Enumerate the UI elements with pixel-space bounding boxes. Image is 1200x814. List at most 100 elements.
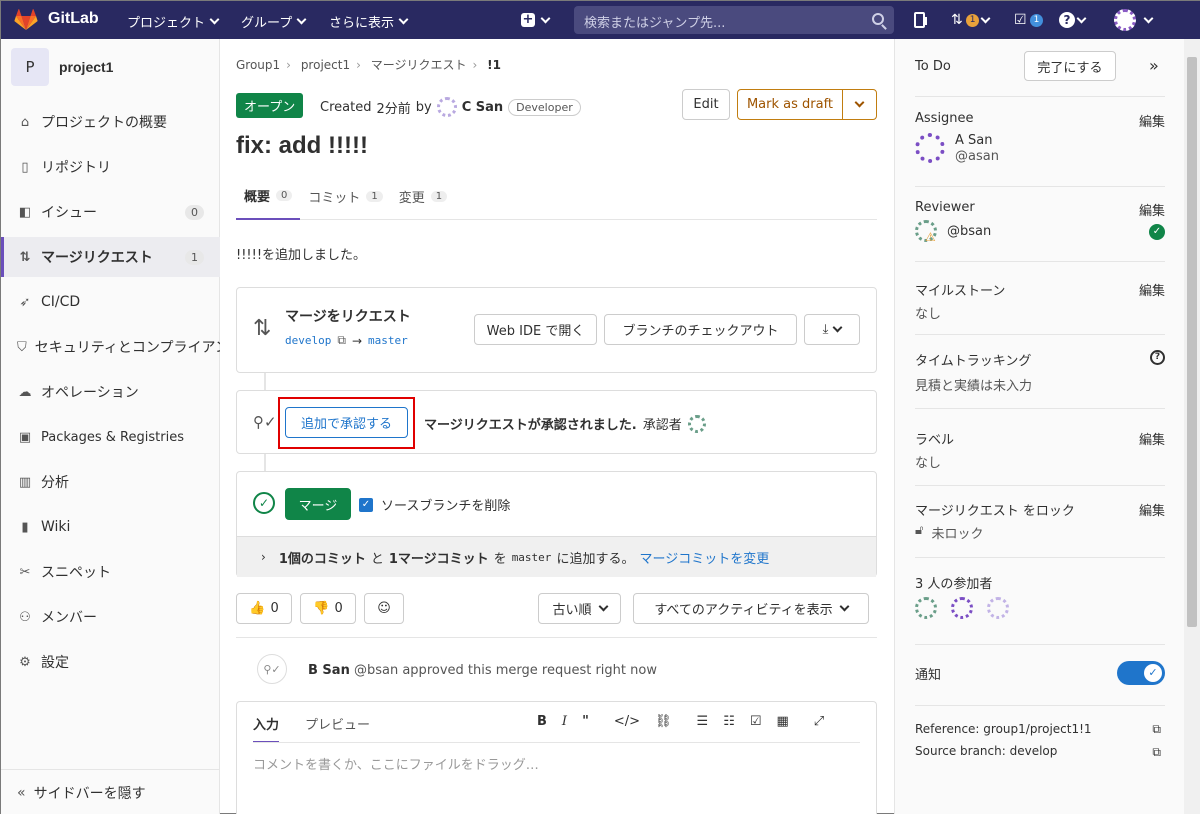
sidebar-item-settings[interactable]: ⚙ 設定: [1, 642, 220, 682]
assignee-edit-link[interactable]: 編集: [1139, 111, 1165, 130]
sidebar-item-members[interactable]: ⚇ メンバー: [1, 597, 220, 637]
assignee-info[interactable]: A San @asan: [955, 133, 999, 165]
delete-branch-checkbox[interactable]: ✓: [359, 497, 373, 512]
avatar[interactable]: [951, 597, 973, 619]
sidebar-item-label: イシュー: [41, 205, 97, 221]
notification-toggle[interactable]: ✓: [1117, 661, 1165, 685]
assignee-avatar[interactable]: [915, 133, 945, 163]
copy-icon[interactable]: ⧉: [337, 333, 346, 348]
breadcrumb-mr[interactable]: !1: [487, 58, 501, 72]
activity-handle[interactable]: @bsan: [354, 663, 398, 678]
sidebar-item-label: セキュリティとコンプライアンス: [34, 340, 220, 356]
breadcrumb-project[interactable]: project1: [301, 58, 350, 72]
modify-merge-commit-link[interactable]: マージコミットを変更: [639, 548, 769, 567]
checkout-branch-button[interactable]: ブランチのチェックアウト: [604, 314, 797, 345]
sidebar-item-packages[interactable]: ▣ Packages & Registries: [1, 417, 220, 457]
labels-edit-link[interactable]: 編集: [1139, 429, 1165, 448]
delete-branch-option[interactable]: ✓ ソースブランチを削除: [359, 495, 510, 514]
tab-commits[interactable]: コミット 1: [300, 172, 390, 220]
sidebar-item-operations[interactable]: ☁ オペレーション: [1, 372, 220, 412]
tab-overview[interactable]: 概要 0: [236, 172, 301, 220]
sidebar-item-overview[interactable]: ⌂ プロジェクトの概要: [1, 102, 220, 142]
thumbs-down-button[interactable]: 👎 0: [300, 593, 356, 624]
numbered-list-icon[interactable]: ☷: [723, 714, 735, 729]
scrollbar[interactable]: [1184, 39, 1200, 814]
nav-groups[interactable]: グループ: [241, 12, 307, 31]
code-icon[interactable]: </>: [614, 714, 640, 729]
comment-textarea[interactable]: コメントを書くか、ここにファイルをドラッグ…: [253, 754, 539, 773]
search-input[interactable]: 検索またはジャンプ先...: [574, 6, 894, 34]
avatar[interactable]: [915, 597, 937, 619]
brand-name[interactable]: GitLab: [48, 10, 99, 28]
link-icon[interactable]: ⛓: [655, 714, 672, 729]
todos-nav-button[interactable]: ☑ 1: [1014, 10, 1044, 30]
copy-icon[interactable]: ⧉: [1152, 745, 1161, 760]
project-header[interactable]: Pproject1: [11, 48, 113, 86]
task-list-icon[interactable]: ☑: [750, 714, 762, 729]
sidebar-item-issues[interactable]: ◧ イシュー 0: [1, 192, 220, 232]
cloud-icon: ☁: [18, 384, 32, 400]
collapse-sidebar-icon[interactable]: »: [1149, 56, 1159, 75]
merge-requests-nav-button[interactable]: ⇅ 1: [951, 10, 991, 30]
sidebar-item-snippets[interactable]: ✂ スニペット: [1, 552, 220, 592]
activity-filter-dropdown[interactable]: すべてのアクティビティを表示: [633, 593, 869, 624]
sidebar-item-cicd[interactable]: ➶ CI/CD: [1, 282, 220, 322]
lock-edit-link[interactable]: 編集: [1139, 500, 1165, 519]
avatar[interactable]: [987, 597, 1009, 619]
chevron-down-icon: [1143, 13, 1154, 23]
sidebar-item-analytics[interactable]: ▥ 分析: [1, 462, 220, 502]
commits-summary[interactable]: › 1個のコミット と 1マージコミット を master に追加する。 マージ…: [237, 536, 876, 577]
breadcrumb-group[interactable]: Group1: [236, 58, 280, 72]
target-branch-link[interactable]: master: [368, 334, 408, 347]
draft-dropdown-button[interactable]: [842, 89, 877, 120]
mark-as-draft-button[interactable]: Mark as draft: [737, 89, 843, 120]
open-web-ide-button[interactable]: Web IDE で開く: [474, 314, 597, 345]
sidebar-item-repository[interactable]: ▯ リポジトリ: [1, 147, 220, 187]
edit-button[interactable]: Edit: [682, 89, 730, 120]
status-badge: オープン: [236, 93, 304, 118]
table-icon[interactable]: ▦: [777, 714, 789, 729]
tab-count: 1: [430, 190, 448, 202]
breadcrumb-merge-requests[interactable]: マージリクエスト: [371, 58, 467, 72]
nav-projects[interactable]: プロジェクト: [127, 12, 220, 31]
tab-changes[interactable]: 変更 1: [391, 172, 455, 220]
activity-user[interactable]: B San: [308, 663, 350, 678]
milestone-block: マイルストーン 編集 なし: [915, 280, 1165, 322]
issues-nav-button[interactable]: [914, 10, 928, 30]
add-reaction-button[interactable]: ☺: [364, 593, 404, 624]
gitlab-logo-icon[interactable]: [14, 9, 38, 31]
sidebar-item-merge-requests[interactable]: ⇅ マージリクエスト 1: [1, 237, 220, 277]
author-name[interactable]: C San: [462, 100, 503, 115]
user-menu-button[interactable]: [1114, 9, 1154, 31]
target-branch: master: [511, 550, 552, 564]
sidebar-item-security[interactable]: ⛉ セキュリティとコンプライアンス: [1, 327, 220, 367]
merge-request-icon: ⇅: [253, 316, 272, 341]
thumbs-up-button[interactable]: 👍 0: [236, 593, 292, 624]
quote-icon[interactable]: ": [582, 714, 589, 729]
tab-write[interactable]: 入力: [253, 714, 280, 743]
nav-more[interactable]: さらに表示: [329, 12, 409, 31]
mark-done-button[interactable]: 完了にする: [1024, 51, 1116, 81]
author-avatar[interactable]: [436, 97, 457, 117]
bold-icon[interactable]: B: [537, 714, 547, 729]
milestone-edit-link[interactable]: 編集: [1139, 280, 1165, 299]
help-icon[interactable]: ?: [1150, 350, 1165, 365]
download-dropdown-button[interactable]: ⤓: [804, 314, 860, 345]
scrollbar-thumb[interactable]: [1187, 57, 1197, 627]
help-button[interactable]: ?: [1059, 10, 1087, 30]
source-branch-link[interactable]: develop: [285, 334, 331, 347]
fullscreen-icon[interactable]: ⤢: [814, 714, 824, 729]
reviewer-edit-link[interactable]: 編集: [1139, 200, 1165, 219]
sort-dropdown[interactable]: 古い順: [538, 593, 621, 624]
bullet-list-icon[interactable]: ☰: [697, 714, 709, 729]
approver-avatar[interactable]: [687, 414, 706, 433]
time-tracking-block: タイムトラッキング ? 見積と実績は未入力: [915, 350, 1165, 394]
new-item-button[interactable]: +: [521, 10, 551, 30]
tab-preview[interactable]: プレビュー: [305, 714, 370, 733]
italic-icon[interactable]: I: [562, 714, 567, 729]
reviewer-handle[interactable]: @bsan: [947, 224, 991, 239]
hide-sidebar-button[interactable]: « サイドバーを隠す: [1, 769, 220, 814]
merge-button[interactable]: マージ: [285, 488, 351, 520]
sidebar-item-wiki[interactable]: ▮ Wiki: [1, 507, 220, 547]
copy-icon[interactable]: ⧉: [1152, 722, 1161, 737]
